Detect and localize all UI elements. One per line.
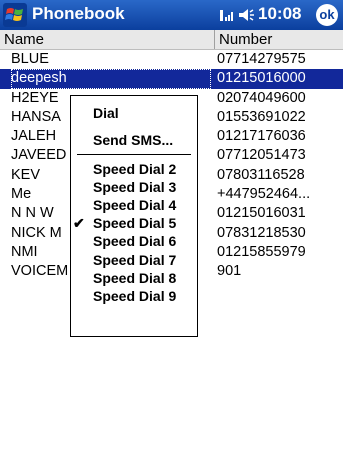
volume-icon[interactable] xyxy=(238,7,256,23)
menu-item-label: Speed Dial 6 xyxy=(93,233,177,249)
windows-start-icon[interactable] xyxy=(3,3,27,27)
contact-number: 01215016000 xyxy=(217,70,306,87)
menu-item-label: Speed Dial 3 xyxy=(93,179,177,195)
menu-item-speed-dial-2[interactable]: Speed Dial 2 xyxy=(71,160,197,178)
menu-item-send-sms[interactable]: Send SMS... xyxy=(71,131,197,149)
app-title: Phonebook xyxy=(32,4,125,23)
contact-number: 01215016031 xyxy=(217,205,306,222)
menu-item-speed-dial-5[interactable]: ✔ Speed Dial 5 xyxy=(71,214,197,232)
contact-number: 01553691022 xyxy=(217,108,306,125)
contact-number: 901 xyxy=(217,263,242,280)
menu-item-speed-dial-6[interactable]: Speed Dial 6 xyxy=(71,232,197,250)
context-menu: Dial Send SMS... Speed Dial 2 Speed Dial… xyxy=(70,95,198,337)
contact-name: BLUE xyxy=(11,51,49,67)
contact-number: 07831218530 xyxy=(217,224,306,241)
menu-item-speed-dial-3[interactable]: Speed Dial 3 xyxy=(71,178,197,196)
menu-item-speed-dial-9[interactable]: Speed Dial 9 xyxy=(71,287,197,305)
contact-number: 01215855979 xyxy=(217,243,306,260)
contact-name: deepesh xyxy=(11,69,211,89)
contact-number: +447952464... xyxy=(217,186,311,203)
column-header-number[interactable]: Number xyxy=(215,30,343,49)
contact-row-selected[interactable]: deepesh 01215016000 xyxy=(0,69,343,89)
signal-icon[interactable] xyxy=(219,7,235,23)
menu-item-label: Speed Dial 7 xyxy=(93,252,177,268)
column-header-name[interactable]: Name xyxy=(0,30,215,49)
menu-separator xyxy=(77,154,191,155)
menu-item-dial[interactable]: Dial xyxy=(71,104,197,122)
contact-number: 07714279575 xyxy=(217,51,306,67)
menu-item-label: Speed Dial 9 xyxy=(93,288,177,304)
contact-row[interactable]: BLUE 07714279575 xyxy=(0,50,343,69)
menu-item-label: Speed Dial 4 xyxy=(93,197,177,213)
contact-number: 07803116528 xyxy=(217,166,305,183)
title-bar: Phonebook 10:08 ok xyxy=(0,0,343,30)
menu-item-label: Speed Dial 2 xyxy=(93,161,177,177)
menu-item-label: Speed Dial 5 xyxy=(93,215,177,231)
menu-item-speed-dial-7[interactable]: Speed Dial 7 xyxy=(71,251,197,269)
menu-item-label: Speed Dial 8 xyxy=(93,270,177,286)
contact-number: 01217176036 xyxy=(217,128,306,145)
menu-item-speed-dial-4[interactable]: Speed Dial 4 xyxy=(71,196,197,214)
checkmark-icon: ✔ xyxy=(73,215,85,231)
column-header-row: Name Number xyxy=(0,30,343,50)
ok-button[interactable]: ok xyxy=(316,4,338,26)
contact-number: 07712051473 xyxy=(217,147,306,164)
menu-item-speed-dial-8[interactable]: Speed Dial 8 xyxy=(71,269,197,287)
menu-item-label: Send SMS... xyxy=(93,132,174,148)
menu-item-label: Dial xyxy=(93,105,119,121)
contact-number: 02074049600 xyxy=(217,89,306,106)
clock[interactable]: 10:08 xyxy=(258,4,301,24)
